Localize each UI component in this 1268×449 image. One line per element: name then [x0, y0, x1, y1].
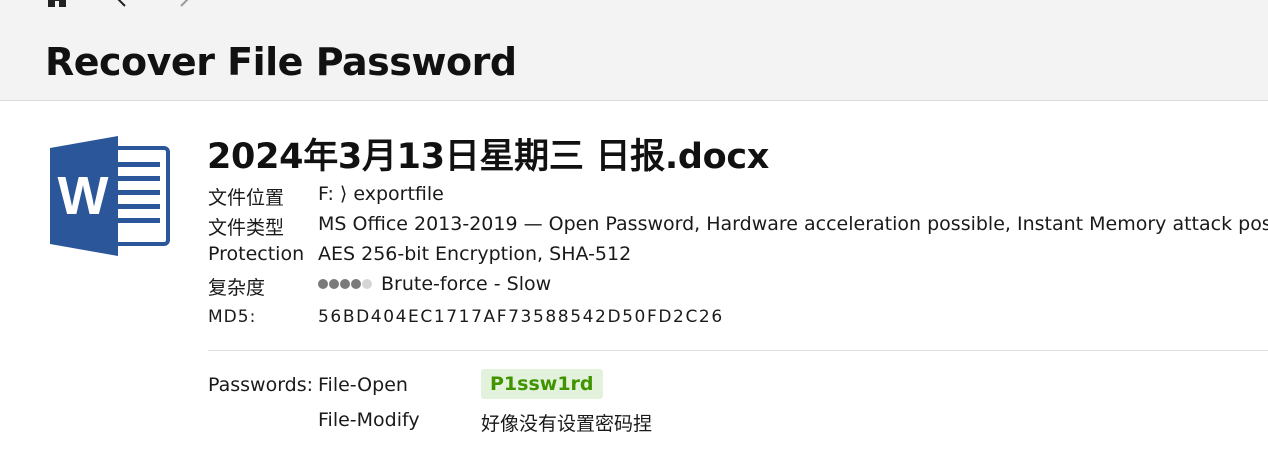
location-value: F: ⟩ exportfile: [318, 183, 444, 205]
section-divider: [208, 350, 1268, 351]
md5-value: 56BD404EC1717AF73588542D50FD2C26: [318, 307, 724, 327]
file-modify-label: File-Modify: [318, 409, 420, 431]
md5-label: MD5:: [208, 307, 257, 327]
word-icon-letter: W: [58, 166, 109, 226]
protection-value: AES 256-bit Encryption, SHA-512: [318, 243, 632, 265]
file-open-password[interactable]: P1ssw1rd: [481, 369, 603, 399]
complexity-dot-filled: [340, 278, 350, 289]
passwords-label: Passwords:: [208, 374, 314, 396]
protection-label: Protection: [208, 243, 305, 265]
complexity-dot-empty: [362, 278, 372, 289]
complexity-dot-filled: [329, 278, 339, 289]
arrow-left-icon: [117, 0, 126, 7]
home-icon: [48, 0, 66, 7]
location-label: 文件位置: [208, 187, 285, 209]
complexity-value: Brute-force - Slow: [381, 273, 552, 295]
page-title: Recover File Password: [45, 40, 517, 84]
complexity-label: 复杂度: [208, 277, 266, 299]
file-type-value: MS Office 2013-2019 — Open Password, Har…: [318, 213, 1268, 235]
complexity-dot-filled: [351, 278, 361, 289]
file-name: 2024年3月13日星期三 日报.docx: [207, 137, 770, 177]
title-header: Recover File Password: [0, 0, 1268, 101]
complexity-row: Brute-force - Slow: [318, 273, 551, 296]
file-modify-password: 好像没有设置密码捏: [481, 413, 653, 435]
complexity-rating: [318, 272, 373, 294]
complexity-dot-filled: [318, 278, 328, 289]
home-button[interactable]: [43, 0, 71, 10]
file-type-label: 文件类型: [208, 217, 285, 239]
forward-button[interactable]: [171, 0, 199, 10]
back-button[interactable]: [107, 0, 135, 10]
file-open-label: File-Open: [318, 374, 408, 396]
arrow-right-icon: [180, 0, 189, 7]
word-document-icon: W: [50, 136, 170, 256]
